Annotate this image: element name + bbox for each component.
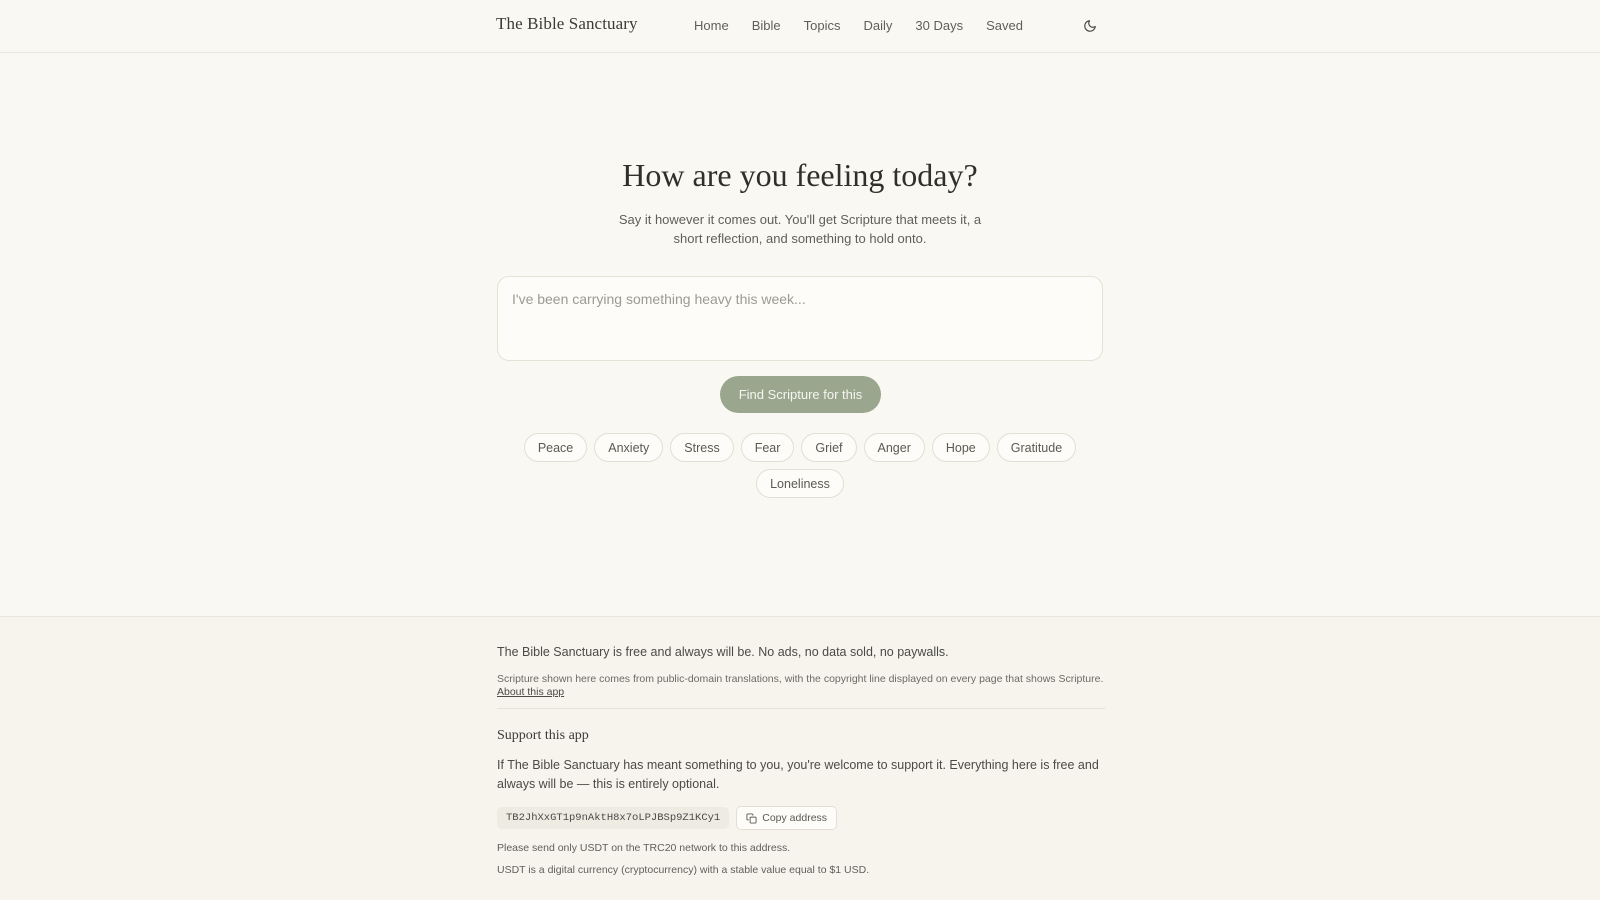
chip-gratitude[interactable]: Gratitude [996, 433, 1077, 462]
chip-fear[interactable]: Fear [740, 433, 795, 462]
chip-grief[interactable]: Grief [801, 433, 857, 462]
nav-daily[interactable]: Daily [863, 18, 892, 33]
copy-address-button[interactable]: Copy address [736, 806, 838, 830]
usdt-note: USDT is a digital currency (cryptocurren… [497, 864, 870, 876]
chip-hope[interactable]: Hope [931, 433, 990, 462]
page-title: How are you feeling today? [622, 157, 978, 193]
nav-saved[interactable]: Saved [986, 18, 1023, 33]
chip-loneliness[interactable]: Loneliness [756, 469, 844, 498]
theme-toggle-button[interactable] [1078, 14, 1102, 38]
moon-icon [1084, 20, 1096, 32]
chip-stress[interactable]: Stress [670, 433, 734, 462]
free-statement: The Bible Sanctuary is free and always w… [497, 645, 949, 659]
nav-topics[interactable]: Topics [804, 18, 841, 33]
site-header: The Bible Sanctuary Home Bible Topics Da… [0, 0, 1600, 53]
find-scripture-button[interactable]: Find Scripture for this [720, 376, 881, 413]
main-nav: Home Bible Topics Daily 30 Days Saved [694, 18, 1046, 33]
about-app-link[interactable]: About this app [497, 686, 564, 698]
scripture-source-text: Scripture shown here comes from public-d… [497, 673, 1104, 685]
network-note: Please send only USDT on the TRC20 netwo… [497, 842, 791, 854]
copy-icon [746, 812, 757, 824]
support-text: If The Bible Sanctuary has meant somethi… [497, 758, 1099, 791]
nav-bible[interactable]: Bible [752, 18, 781, 33]
scripture-source-note: Scripture shown here comes from public-d… [497, 673, 1105, 709]
brand-title[interactable]: The Bible Sanctuary [496, 14, 638, 34]
chip-peace[interactable]: Peace [523, 433, 588, 462]
feeling-chips: Peace Anxiety Stress Fear Grief Anger Ho… [520, 433, 1080, 498]
feeling-input[interactable] [497, 276, 1103, 361]
support-heading: Support this app [497, 728, 589, 743]
feeling-section: How are you feeling today? Say it howeve… [0, 53, 1600, 616]
chip-anger[interactable]: Anger [863, 433, 925, 462]
footer-content: The Bible Sanctuary is free and always w… [497, 645, 1105, 886]
nav-30-days[interactable]: 30 Days [915, 18, 963, 33]
chip-anxiety[interactable]: Anxiety [594, 433, 664, 462]
wallet-address-row: TB2JhXxGT1p9nAktH8x7oLPJBSp9Z1KCy1 Copy … [497, 806, 1105, 830]
wallet-address[interactable]: TB2JhXxGT1p9nAktH8x7oLPJBSp9Z1KCy1 [497, 807, 730, 829]
site-footer: The Bible Sanctuary is free and always w… [0, 616, 1600, 900]
nav-home[interactable]: Home [694, 18, 729, 33]
copy-address-label: Copy address [762, 812, 828, 824]
page-subtitle: Say it however it comes out. You'll get … [618, 212, 982, 246]
